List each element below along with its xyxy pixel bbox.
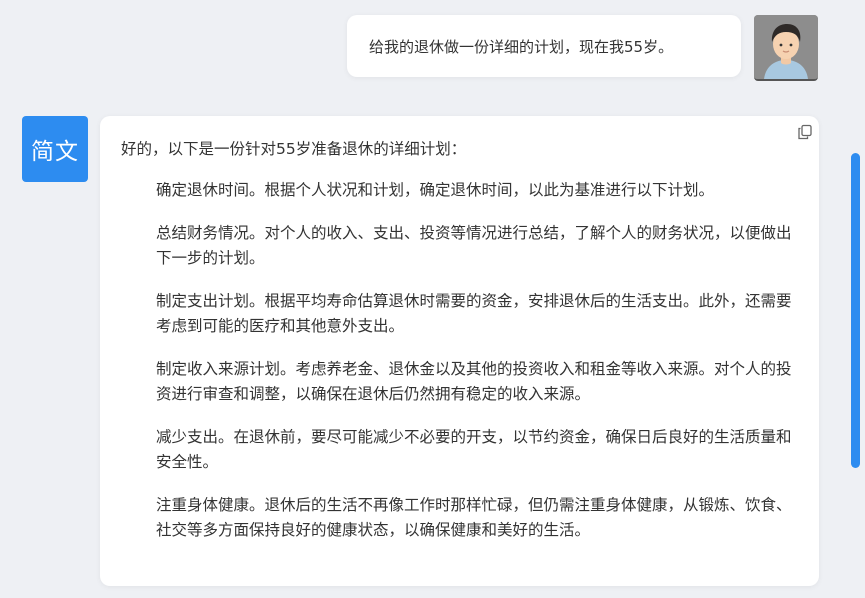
answer-item: 注重身体健康。退休后的生活不再像工作时那样忙碌，但仍需注重身体健康，从锻炼、饮食… (156, 496, 792, 539)
answer-item: 制定收入来源计划。考虑养老金、退休金以及其他的投资收入和租金等收入来源。对个人的… (156, 360, 792, 403)
user-message-bubble: 给我的退休做一份详细的计划，现在我55岁。 (347, 15, 741, 77)
answer-item: 确定退休时间。根据个人状况和计划，确定退休时间，以此为基准进行以下计划。 (156, 181, 715, 199)
copy-button[interactable] (797, 124, 813, 140)
bot-avatar: 简文 (22, 116, 88, 182)
copy-icon (798, 124, 812, 140)
answer-intro: 好的，以下是一份针对55岁准备退休的详细计划： (121, 140, 467, 158)
answer-item: 总结财务情况。对个人的收入、支出、投资等情况进行总结，了解个人的财务状况，以便做… (156, 224, 792, 267)
user-message-text: 给我的退休做一份详细的计划，现在我55岁。 (369, 37, 674, 56)
answer-item: 减少支出。在退休前，要尽可能减少不必要的开支，以节约资金，确保日后良好的生活质量… (156, 428, 792, 471)
user-avatar (754, 15, 818, 81)
bot-avatar-label: 简文 (31, 139, 79, 165)
answer-card: 好的，以下是一份针对55岁准备退休的详细计划： 确定退休时间。根据个人状况和计划… (100, 116, 819, 586)
person-avatar-icon (754, 15, 818, 79)
answer-list: 确定退休时间。根据个人状况和计划，确定退休时间，以此为基准进行以下计划。 总结财… (156, 178, 796, 561)
answer-item: 制定支出计划。根据平均寿命估算退休时需要的资金，安排退休后的生活支出。此外，还需… (156, 292, 792, 335)
scrollbar-thumb[interactable] (851, 153, 860, 468)
